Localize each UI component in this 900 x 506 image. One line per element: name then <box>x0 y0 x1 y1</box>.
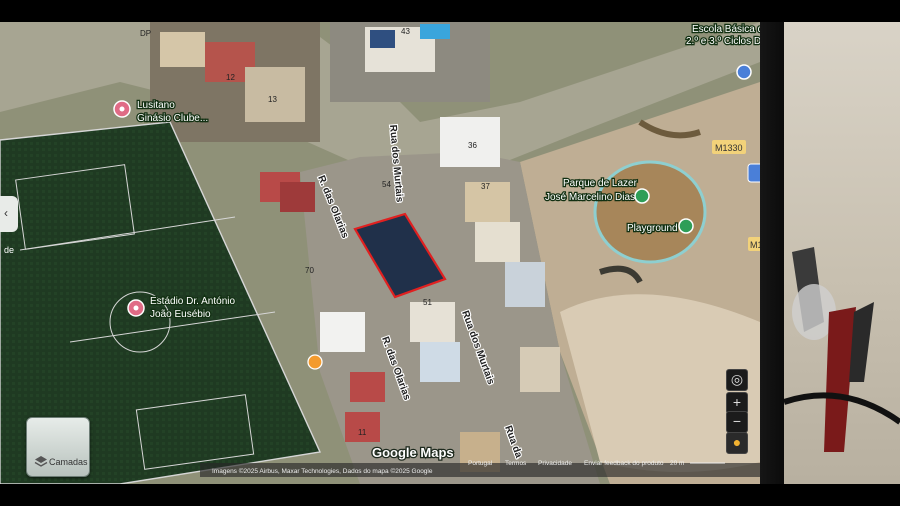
svg-text:36: 36 <box>468 141 477 150</box>
layers-label: Camadas <box>49 457 88 467</box>
desk-background <box>783 22 900 484</box>
poi-food[interactable] <box>307 354 323 370</box>
svg-text:51: 51 <box>423 298 432 307</box>
svg-text:Lusitano: Lusitano <box>137 100 175 111</box>
svg-text:54: 54 <box>382 180 391 189</box>
svg-text:José Marcelino Dias: José Marcelino Dias <box>545 192 635 203</box>
google-maps-logo: Google Maps <box>372 445 454 460</box>
monitor-bezel <box>760 22 784 484</box>
restaurant-icon <box>307 354 323 370</box>
attribution-text: Imagens ©2025 Airbus, Maxar Technologies… <box>212 467 433 475</box>
tree-icon <box>678 218 694 234</box>
svg-text:11: 11 <box>358 428 367 437</box>
locate-me-button[interactable]: ◎ <box>726 369 748 391</box>
footer-link-portugal[interactable]: Portugal <box>468 460 493 467</box>
sidebar-collapse-handle[interactable]: ‹ <box>0 196 18 232</box>
svg-text:DP: DP <box>140 29 151 38</box>
minus-icon: − <box>732 413 742 429</box>
tree-icon <box>634 188 650 204</box>
footer-link-privacidade[interactable]: Privacidade <box>538 460 572 467</box>
page-edge-label: de <box>4 245 14 255</box>
svg-text:37: 37 <box>481 182 490 191</box>
photo-frame: DP 12 13 43 36 37 54 51 70 11 R. das Ola… <box>0 0 900 506</box>
pegman-icon: ● <box>732 434 742 450</box>
zoom-out-button[interactable]: − <box>726 411 748 433</box>
chevron-left-icon: ‹ <box>4 206 8 220</box>
layers-icon <box>34 456 48 467</box>
svg-text:João Eusébio: João Eusébio <box>150 309 211 320</box>
svg-text:Playground: Playground <box>627 223 678 234</box>
svg-text:43: 43 <box>401 27 410 36</box>
footer-link-feedback[interactable]: Enviar feedback do produto <box>584 460 664 467</box>
svg-text:Parque de Lazer: Parque de Lazer <box>563 178 638 189</box>
crosshair-icon: ◎ <box>730 371 744 387</box>
svg-text:13: 13 <box>268 95 277 104</box>
svg-text:M1330: M1330 <box>715 143 743 153</box>
school-icon <box>736 64 752 80</box>
scale-label: 20 m <box>670 460 684 467</box>
svg-text:12: 12 <box>226 73 235 82</box>
street-view-button[interactable]: ● <box>726 432 748 454</box>
layers-button[interactable]: Camadas <box>26 417 90 477</box>
plus-icon: + <box>732 394 742 410</box>
footer-link-termos[interactable]: Termos <box>505 460 527 467</box>
desk-objects <box>783 247 900 452</box>
svg-text:Ginásio Clube...: Ginásio Clube... <box>137 113 208 124</box>
svg-text:Estádio Dr. António: Estádio Dr. António <box>150 296 235 307</box>
svg-text:70: 70 <box>305 266 314 275</box>
route-badge-m1330: M1330 <box>712 140 746 154</box>
